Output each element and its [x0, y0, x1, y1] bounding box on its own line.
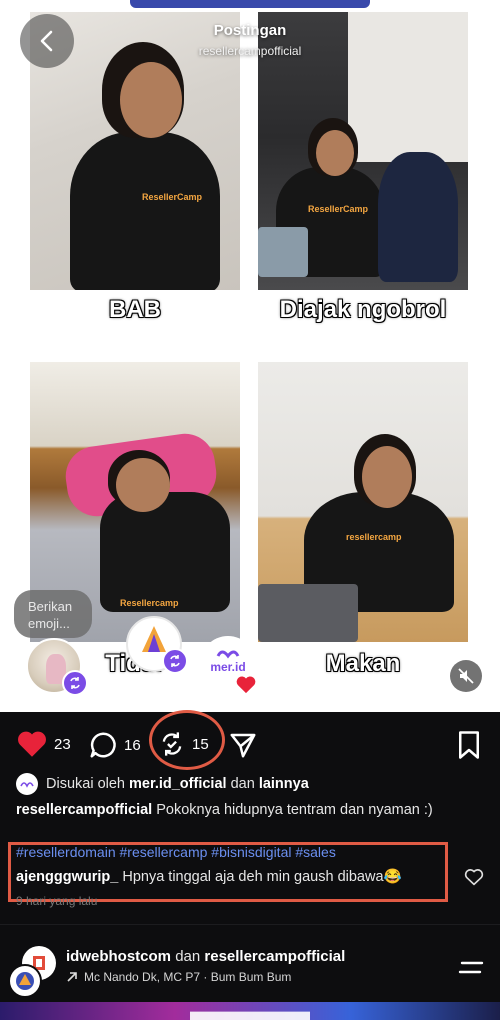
person-hijab	[378, 152, 458, 282]
comment-text: Hpnya tinggal aja deh min gaush dibawa😂	[122, 869, 402, 885]
shirt-brand: resellercamp	[346, 532, 402, 542]
post-divider	[0, 924, 500, 925]
music-track: Mc Nando Dk, MC P7 · Bum Bum Bum	[84, 970, 292, 984]
merid-logo-text: mer.id	[210, 660, 246, 674]
photo-caption: Diajak ngobrol	[279, 296, 447, 323]
share-action[interactable]	[228, 730, 258, 760]
next-post-music[interactable]: Mc Nando Dk, MC P7 · Bum Bum Bum	[66, 970, 291, 984]
post-media-collage[interactable]: ResellerCamp BAB ResellerCamp Diajak ngo…	[0, 0, 500, 712]
next-user-1[interactable]: idwebhostcom	[66, 948, 171, 965]
like-action[interactable]: 23	[16, 730, 71, 758]
next-post-avatars[interactable]	[8, 946, 60, 998]
comment-like-heart-icon[interactable]	[464, 868, 484, 886]
shirt-brand: ResellerCamp	[142, 192, 203, 202]
comment-action[interactable]: 16	[88, 730, 141, 760]
liked-by-others[interactable]: lainnya	[259, 776, 309, 792]
liked-by-prefix: Disukai oleh	[46, 776, 125, 792]
post-timestamp: 9 hari yang lalu	[16, 894, 98, 908]
speaker-muted-icon	[458, 668, 474, 684]
mute-button[interactable]	[450, 660, 482, 692]
person-shirt	[100, 492, 230, 612]
arrow-up-right-icon	[67, 972, 77, 982]
person-face	[316, 130, 354, 176]
repost-badge-icon	[162, 648, 188, 674]
comment-bubble-icon	[90, 732, 116, 758]
next-avatar-2	[8, 964, 42, 998]
comment-count: 16	[124, 736, 141, 754]
top-accent-strip	[130, 0, 370, 8]
repost-badge-icon	[62, 670, 88, 696]
emoji-reaction-prompt[interactable]: Berikan emoji...	[14, 590, 92, 638]
page-title: Postingan	[213, 22, 287, 39]
post-action-bar: 23 16 15	[0, 712, 500, 772]
bookmark-icon	[459, 731, 479, 759]
liked-by-joiner: dan	[230, 776, 255, 792]
post-screen: ResellerCamp BAB ResellerCamp Diajak ngo…	[0, 0, 500, 1020]
person-shirt	[70, 132, 220, 290]
save-action[interactable]	[456, 730, 482, 760]
person-face	[116, 458, 170, 512]
heart-filled-icon	[18, 731, 46, 757]
next-post-users[interactable]: idwebhostcom dan resellercampofficial	[66, 948, 345, 965]
next-users-joiner: dan	[175, 948, 201, 965]
like-count: 23	[54, 735, 71, 753]
send-paper-plane-icon	[230, 733, 256, 758]
post-hashtags[interactable]: #resellerdomain #resellercamp #bisnisdig…	[16, 844, 336, 860]
page-subtitle-username[interactable]: resellercampofficial	[0, 44, 500, 58]
person-face	[362, 446, 412, 508]
next-user-2[interactable]: resellercampofficial	[204, 948, 345, 965]
next-post-media-preview[interactable]	[0, 1002, 500, 1020]
liked-by-user[interactable]: mer.id_official	[129, 776, 227, 792]
post-caption: resellercampofficial Pokoknya hidupnya t…	[16, 802, 433, 818]
photo-caption: BAB	[109, 296, 161, 323]
liked-heart-badge-icon	[236, 676, 256, 694]
laptop	[258, 227, 308, 277]
laptop	[258, 584, 358, 642]
menu-lines-icon[interactable]	[458, 958, 486, 978]
caption-text: Pokoknya hidupnya tentram dan nyaman :)	[156, 802, 433, 818]
liked-by-row[interactable]: Disukai oleh mer.id_official dan lainnya	[16, 773, 309, 795]
comment-author[interactable]: ajengggwurip_	[16, 869, 118, 885]
photo-caption: Makan	[325, 650, 401, 677]
person-face	[120, 62, 182, 138]
liker-mini-avatar	[16, 773, 38, 795]
shirt-brand: ResellerCamp	[308, 204, 369, 214]
photo-makan: resellercamp	[258, 362, 468, 642]
shirt-brand: Resellercamp	[120, 598, 179, 608]
comment-item: ajengggwurip_ Hpnya tinggal aja deh min …	[16, 868, 402, 885]
caption-author[interactable]: resellercampofficial	[16, 802, 152, 818]
repost-highlight-annotation	[149, 710, 225, 770]
